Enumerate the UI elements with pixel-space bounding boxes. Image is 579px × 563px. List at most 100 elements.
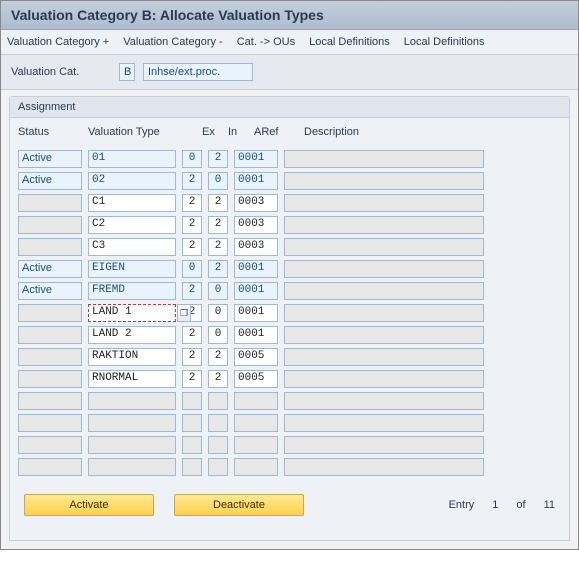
in-cell <box>208 436 228 454</box>
menu-cat-to-ous[interactable]: Cat. -> OUs <box>237 36 295 48</box>
table-row[interactable]: C1 22 0003 <box>14 192 565 214</box>
col-status: Status <box>18 126 82 138</box>
col-ex: Ex <box>202 126 222 138</box>
ex-cell <box>182 436 202 454</box>
valuation-type-cell <box>88 414 176 432</box>
deactivate-button[interactable]: Deactivate <box>174 494 304 516</box>
aref-cell: 0001 <box>234 282 278 300</box>
valuation-type-cell[interactable]: RAKTION <box>88 348 176 366</box>
table-row[interactable]: Active02200001 <box>14 170 565 192</box>
aref-cell: 0001 <box>234 172 278 190</box>
aref-cell: 0005 <box>234 348 278 366</box>
table-header: Status Valuation Type Ex In ARef Descrip… <box>14 122 565 148</box>
aref-cell: 0005 <box>234 370 278 388</box>
entry-label: Entry <box>449 499 475 511</box>
aref-cell <box>234 392 278 410</box>
assignment-group: Assignment Status Valuation Type Ex In A… <box>9 96 570 541</box>
status-cell <box>18 458 82 476</box>
table-row[interactable]: RNORMAL 22 0005 <box>14 368 565 390</box>
table-row[interactable]: RAKTION220005 <box>14 346 565 368</box>
table-row[interactable]: ActiveFREMD200001 <box>14 280 565 302</box>
valuation-type-cell[interactable]: LAND 1 <box>88 304 176 322</box>
ex-cell: 2 <box>182 326 202 344</box>
aref-cell: 0003 <box>234 194 278 212</box>
in-cell: 2 <box>208 216 228 234</box>
description-cell <box>284 260 484 278</box>
valuation-cat-label: Valuation Cat. <box>11 66 111 78</box>
table-row[interactable] <box>14 434 565 456</box>
page-title: Valuation Category B: Allocate Valuation… <box>1 1 578 30</box>
description-cell <box>284 348 484 366</box>
status-cell <box>18 238 82 256</box>
description-cell <box>284 194 484 212</box>
table-row[interactable] <box>14 412 565 434</box>
valuation-type-cell[interactable]: C2 <box>88 216 176 234</box>
table-row[interactable]: C2220003 <box>14 214 565 236</box>
description-cell <box>284 414 484 432</box>
app-window: Valuation Category B: Allocate Valuation… <box>0 0 579 550</box>
table-row[interactable] <box>14 456 565 478</box>
menu-local-definitions-1[interactable]: Local Definitions <box>309 36 390 48</box>
status-cell <box>18 414 82 432</box>
ex-cell <box>182 458 202 476</box>
menu-valuation-cat-plus[interactable]: Valuation Category + <box>7 36 109 48</box>
table-row[interactable]: LAND 1❐200001 <box>14 302 565 324</box>
valuation-type-cell <box>88 458 176 476</box>
assignment-title: Assignment <box>10 97 569 118</box>
col-aref: ARef <box>254 126 298 138</box>
entry-total: 11 <box>544 499 555 511</box>
description-cell <box>284 392 484 410</box>
status-cell: Active <box>18 260 82 278</box>
aref-cell <box>234 436 278 454</box>
description-cell <box>284 458 484 476</box>
in-cell: 0 <box>208 172 228 190</box>
ex-cell <box>182 392 202 410</box>
in-cell: 2 <box>208 194 228 212</box>
valuation-type-cell[interactable]: LAND 2 <box>88 326 176 344</box>
in-cell: 0 <box>208 304 228 322</box>
valuation-type-cell[interactable]: C1 <box>88 194 176 212</box>
menu-local-definitions-2[interactable]: Local Definitions <box>404 36 485 48</box>
aref-cell: 0001 <box>234 326 278 344</box>
header-row: Valuation Cat. B Inhse/ext.proc. <box>1 55 578 90</box>
description-cell <box>284 238 484 256</box>
valuation-type-cell[interactable]: RNORMAL <box>88 370 176 388</box>
table-row[interactable]: Active01020001 <box>14 148 565 170</box>
description-cell <box>284 150 484 168</box>
col-type: Valuation Type <box>88 126 196 138</box>
status-cell: Active <box>18 282 82 300</box>
in-cell: 2 <box>208 260 228 278</box>
valuation-type-cell[interactable]: C3 <box>88 238 176 256</box>
valuation-cat-desc: Inhse/ext.proc. <box>143 63 253 81</box>
table-row[interactable]: LAND 2200001 <box>14 324 565 346</box>
ex-cell: 0 <box>182 260 202 278</box>
menu-valuation-cat-minus[interactable]: Valuation Category - <box>123 36 222 48</box>
status-cell: Active <box>18 172 82 190</box>
description-cell <box>284 282 484 300</box>
status-cell <box>18 216 82 234</box>
f4-help-button[interactable]: ❐ <box>177 304 191 322</box>
ex-cell <box>182 414 202 432</box>
in-cell: 2 <box>208 370 228 388</box>
description-cell <box>284 216 484 234</box>
in-cell <box>208 392 228 410</box>
entry-current: 1 <box>492 499 498 511</box>
in-cell: 2 <box>208 150 228 168</box>
ex-cell: 2 <box>182 370 202 388</box>
status-cell: Active <box>18 150 82 168</box>
status-cell <box>18 304 82 322</box>
valuation-type-cell <box>88 392 176 410</box>
table-row[interactable]: C3220003 <box>14 236 565 258</box>
table-row[interactable]: Active EIGEN 02 0001 <box>14 258 565 280</box>
ex-cell: 2 <box>182 194 202 212</box>
assignment-table: Status Valuation Type Ex In ARef Descrip… <box>10 118 569 488</box>
col-in: In <box>228 126 248 138</box>
in-cell: 2 <box>208 348 228 366</box>
valuation-type-cell: EIGEN <box>88 260 176 278</box>
status-cell <box>18 392 82 410</box>
aref-cell: 0001 <box>234 260 278 278</box>
activate-button[interactable]: Activate <box>24 494 154 516</box>
status-cell <box>18 348 82 366</box>
description-cell <box>284 370 484 388</box>
table-row[interactable] <box>14 390 565 412</box>
